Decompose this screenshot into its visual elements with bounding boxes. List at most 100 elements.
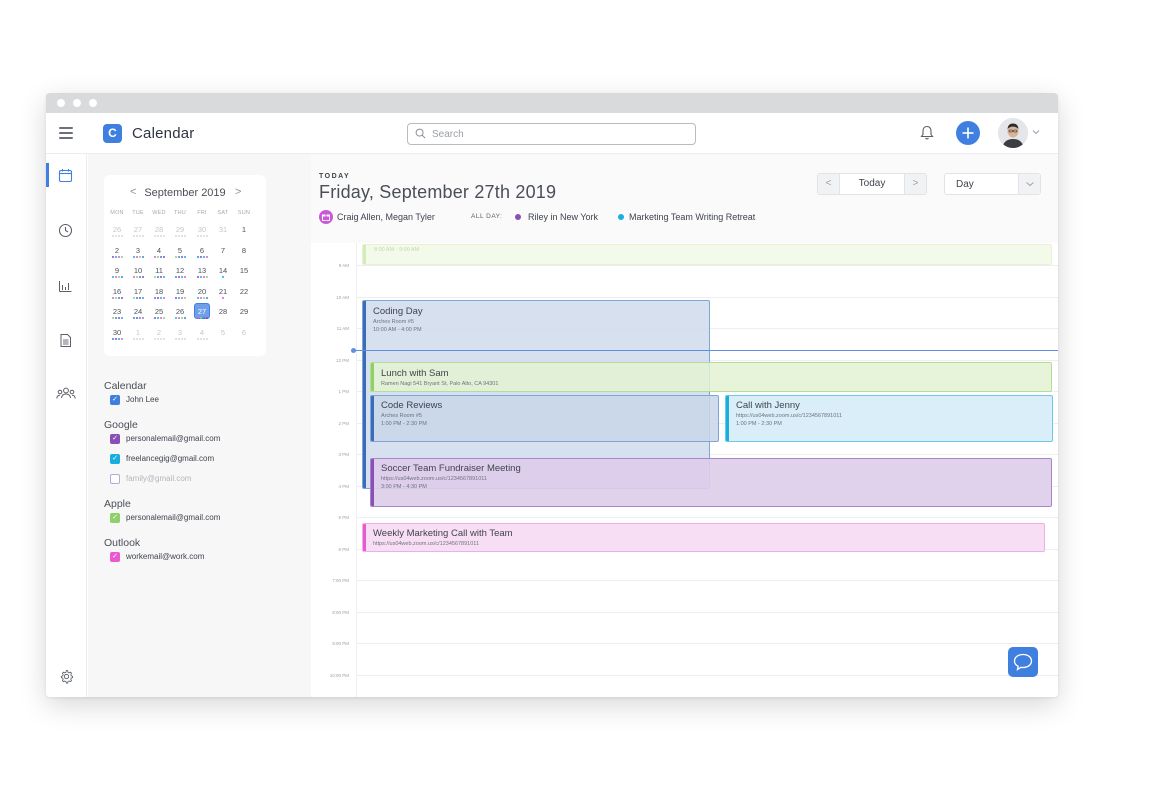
event-title: Call with Jenny	[736, 400, 800, 411]
source-checkbox[interactable]: ✓	[110, 552, 120, 562]
next-day-button[interactable]: >	[904, 174, 926, 194]
view-selector[interactable]: Day	[944, 173, 1041, 195]
mini-cal-day[interactable]: 3	[170, 328, 190, 337]
mini-cal-day[interactable]: 3	[128, 246, 148, 255]
source-checkbox[interactable]: ✓	[110, 395, 120, 405]
all-day-bullet	[515, 214, 521, 220]
mini-cal-day[interactable]: 28	[149, 225, 169, 234]
mini-cal-event-dots	[192, 276, 212, 278]
mini-cal-day[interactable]: 30	[107, 328, 127, 337]
window-titlebar	[46, 93, 1058, 113]
mini-cal-day[interactable]: 25	[149, 307, 169, 316]
mini-cal-day[interactable]: 4	[149, 246, 169, 255]
mini-cal-day[interactable]: 29	[170, 225, 190, 234]
calendar-event[interactable]: Soccer Team Fundraiser Meeting https://u…	[370, 458, 1052, 507]
settings-gear-icon[interactable]	[59, 669, 74, 684]
window-dot-minimize[interactable]	[73, 99, 81, 107]
mini-cal-day[interactable]: 17	[128, 287, 148, 296]
team-icon[interactable]	[56, 386, 76, 402]
mini-cal-day[interactable]: 23	[107, 307, 127, 316]
add-event-button[interactable]	[956, 121, 980, 145]
hour-label: 9 AM	[338, 263, 349, 268]
calendar-event[interactable]: Weekly Marketing Call with Team https://…	[362, 523, 1045, 552]
mini-cal-event-dots	[128, 276, 148, 278]
chevron-down-icon[interactable]	[1032, 129, 1040, 135]
analytics-icon[interactable]	[58, 278, 73, 293]
mini-cal-day[interactable]: 30	[192, 225, 212, 234]
mini-cal-day[interactable]: 7	[213, 246, 233, 255]
hour-label: 9:00 PM	[332, 641, 349, 646]
all-day-event[interactable]: Marketing Team Writing Retreat	[629, 212, 755, 222]
hour-gridline	[356, 580, 1058, 581]
search-input[interactable]	[432, 127, 687, 141]
mini-cal-day[interactable]: 27	[128, 225, 148, 234]
mini-cal-day[interactable]: 20	[192, 287, 212, 296]
mini-cal-day[interactable]: 19	[170, 287, 190, 296]
mini-cal-day[interactable]: 8	[234, 246, 254, 255]
window-dot-close[interactable]	[57, 99, 65, 107]
mini-cal-weekday: WED	[152, 210, 166, 216]
previous-day-button[interactable]: <	[818, 174, 840, 194]
source-label: personalemail@gmail.com	[126, 434, 221, 443]
mini-cal-day[interactable]: 4	[192, 328, 212, 337]
calendar-source-heading: Calendar	[104, 380, 147, 392]
notification-bell-icon[interactable]	[920, 125, 934, 141]
mini-cal-day[interactable]: 10	[128, 266, 148, 275]
mini-cal-day[interactable]: 5	[170, 246, 190, 255]
mini-cal-day[interactable]: 1	[128, 328, 148, 337]
mini-cal-day[interactable]: 14	[213, 266, 233, 275]
mini-cal-event-dots	[170, 276, 190, 278]
calendar-event[interactable]: 8:00 AM - 9:00 AM	[362, 244, 1052, 265]
birthday-people: Craig Allen, Megan Tyler	[337, 212, 435, 222]
mini-cal-day[interactable]: 9	[107, 266, 127, 275]
mini-cal-day[interactable]: 26	[170, 307, 190, 316]
mini-cal-day[interactable]: 16	[107, 287, 127, 296]
all-day-event[interactable]: Riley in New York	[528, 212, 598, 222]
hour-label: 10 AM	[336, 294, 349, 300]
user-avatar[interactable]	[998, 118, 1028, 148]
mini-cal-day[interactable]: 22	[234, 287, 254, 296]
mini-cal-next-button[interactable]: >	[235, 186, 241, 198]
mini-cal-event-dots	[107, 296, 127, 299]
search-box[interactable]	[407, 123, 696, 145]
source-checkbox[interactable]	[110, 474, 120, 484]
mini-cal-day[interactable]: 2	[107, 246, 127, 255]
mini-cal-day[interactable]: 26	[107, 225, 127, 234]
mini-cal-day[interactable]: 28	[213, 307, 233, 316]
mini-cal-day[interactable]: 12	[170, 266, 190, 275]
mini-cal-day[interactable]: 13	[192, 266, 212, 275]
window-dot-maximize[interactable]	[89, 99, 97, 107]
calendar-event[interactable]: Lunch with Sam Ramen Nagi 541 Bryant St,…	[370, 362, 1052, 392]
mini-cal-day[interactable]: 6	[192, 246, 212, 255]
calendar-icon[interactable]	[58, 168, 73, 183]
today-button[interactable]: Today	[840, 174, 904, 194]
clock-icon[interactable]	[58, 223, 73, 238]
document-icon[interactable]	[58, 333, 73, 348]
mini-cal-day[interactable]: 27	[192, 307, 212, 316]
mini-cal-day[interactable]: 24	[128, 307, 148, 316]
mini-cal-day[interactable]: 29	[234, 307, 254, 316]
calendar-event[interactable]: Code Reviews Arches Room #5 1:00 PM - 2:…	[370, 395, 719, 442]
mini-cal-weekday: FRI	[197, 210, 207, 216]
mini-cal-day[interactable]: 21	[213, 287, 233, 296]
calendar-event[interactable]: Call with Jenny https://us04web.zoom.us/…	[725, 395, 1053, 442]
mini-cal-day[interactable]: 18	[149, 287, 169, 296]
current-time-line	[353, 350, 1058, 351]
mini-cal-day[interactable]: 15	[234, 266, 254, 275]
mini-cal-day[interactable]: 6	[234, 328, 254, 337]
active-nav-indicator	[46, 163, 49, 187]
event-location: Arches Room #5	[373, 319, 414, 325]
hour-label: 3 PM	[338, 452, 349, 457]
chat-button[interactable]	[1008, 647, 1038, 677]
source-checkbox[interactable]: ✓	[110, 513, 120, 523]
mini-cal-day[interactable]: 2	[149, 328, 169, 337]
source-checkbox[interactable]: ✓	[110, 454, 120, 464]
mini-cal-day[interactable]: 1	[234, 225, 254, 234]
mini-cal-day[interactable]: 5	[213, 328, 233, 337]
source-label: family@gmail.com	[126, 474, 192, 483]
menu-icon[interactable]	[59, 127, 73, 139]
source-checkbox[interactable]: ✓	[110, 434, 120, 444]
mini-cal-event-dots	[128, 337, 148, 340]
mini-cal-day[interactable]: 11	[149, 266, 169, 275]
mini-cal-day[interactable]: 31	[213, 225, 233, 234]
